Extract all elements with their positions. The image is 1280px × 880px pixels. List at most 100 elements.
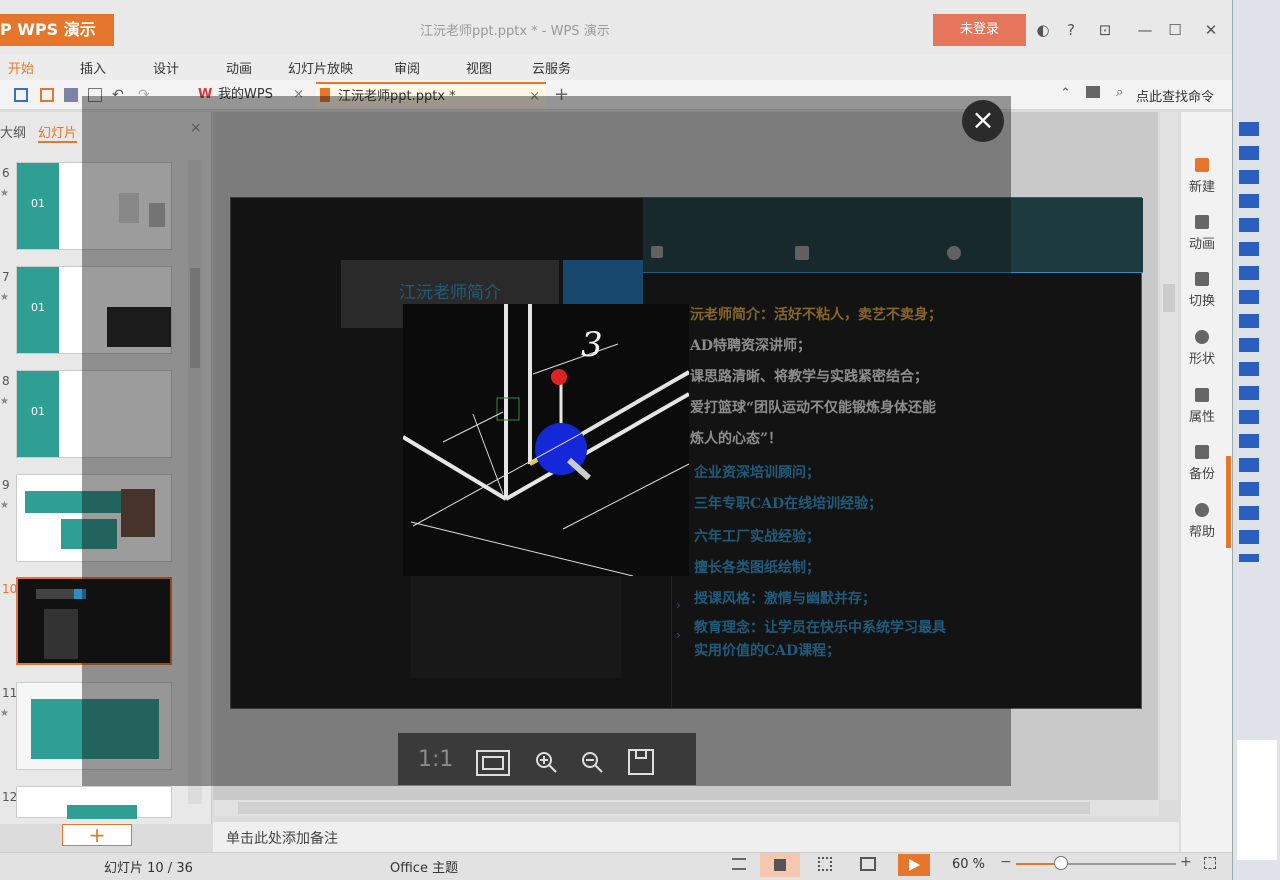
cad-dimension-line <box>532 343 619 375</box>
scroll-thumb[interactable] <box>1163 284 1175 312</box>
tab-slideshow[interactable]: 幻灯片放映 <box>288 58 353 77</box>
fit-window-icon[interactable] <box>1204 857 1216 869</box>
zoom-slider-handle[interactable] <box>1054 856 1068 870</box>
shape-button[interactable]: 形状 <box>1180 330 1224 367</box>
tab-insert[interactable]: 插入 <box>80 58 106 77</box>
help-button[interactable]: 帮助 <box>1180 503 1224 540</box>
thumb-badge: 01 <box>17 371 59 457</box>
close-viewer-button[interactable]: × <box>962 100 1004 142</box>
thumb-number: 12 <box>2 790 18 804</box>
minimize-icon[interactable]: — <box>1130 18 1160 42</box>
animation-star-icon: ★ <box>0 292 9 303</box>
cad-red-marker <box>551 369 567 385</box>
skin-icon[interactable]: ◐ <box>1028 18 1058 42</box>
background-app-window <box>1232 0 1280 880</box>
animation-star-icon: ★ <box>0 396 9 407</box>
print-icon[interactable] <box>64 88 78 102</box>
ribbon-tabs <box>0 54 1232 80</box>
thumb-number: 7 <box>2 270 10 284</box>
animation-star-icon: ★ <box>0 708 9 719</box>
zoom-out-button[interactable]: − <box>1000 854 1012 870</box>
transition-icon <box>1195 272 1209 286</box>
tab-cloud[interactable]: 云服务 <box>532 58 571 77</box>
search-icon: ⌕ <box>1116 85 1124 100</box>
help-icon[interactable]: ? <box>1056 18 1086 42</box>
new-file-icon <box>1195 158 1209 172</box>
tab-view[interactable]: 视图 <box>466 58 492 77</box>
export-pdf-icon[interactable] <box>40 88 54 102</box>
zoom-out-icon[interactable] <box>580 750 604 774</box>
cad-pipe <box>403 435 508 501</box>
tab-design[interactable]: 设计 <box>153 58 179 77</box>
thumb-number: 10 <box>2 582 18 596</box>
normal-view-icon <box>774 859 786 871</box>
animation-icon <box>1195 215 1209 229</box>
pane-handle[interactable] <box>1226 456 1231 548</box>
backup-button[interactable]: 备份 <box>1180 445 1224 482</box>
new-button[interactable]: 新建 <box>1180 158 1224 195</box>
properties-icon <box>1195 388 1209 402</box>
theme-name[interactable]: Office 主题 <box>390 857 458 876</box>
cad-drawing-image[interactable]: 3 <box>403 304 689 576</box>
cad-dimension-line <box>410 521 634 576</box>
slide-thumbnail[interactable] <box>16 786 172 819</box>
zoom-in-button[interactable]: + <box>1180 854 1192 870</box>
thumb-number: 9 <box>2 478 10 492</box>
cad-pipe <box>505 392 689 501</box>
reading-view-icon[interactable] <box>860 857 876 871</box>
actual-size-button[interactable]: 1:1 <box>418 745 453 775</box>
sorter-view-icon[interactable] <box>818 857 832 871</box>
cad-toolbar[interactable] <box>1239 122 1259 562</box>
thumb-number: 11 <box>2 686 18 700</box>
thumb-badge: 01 <box>17 267 59 353</box>
slide-position: 幻灯片 10 / 36 <box>104 861 193 876</box>
tab-review[interactable]: 审阅 <box>394 58 420 77</box>
horizontal-scrollbar[interactable] <box>214 800 1159 816</box>
thumb-number: 6 <box>2 166 10 180</box>
save-image-icon[interactable] <box>628 749 654 775</box>
close-window-icon[interactable]: ✕ <box>1196 18 1226 42</box>
normal-view-button[interactable] <box>760 853 800 877</box>
play-slideshow-button[interactable] <box>898 854 930 876</box>
shape-icon <box>1195 330 1209 344</box>
zoom-level[interactable]: 60 % <box>952 857 985 872</box>
backup-icon <box>1195 445 1209 459</box>
save-image-inner <box>635 751 647 759</box>
add-slide-button[interactable]: + <box>62 824 132 846</box>
maximize-icon[interactable]: ☐ <box>1160 18 1190 42</box>
thumb-number: 8 <box>2 374 10 388</box>
login-button[interactable]: 未登录 <box>933 14 1026 46</box>
tab-home[interactable]: 开始 <box>8 58 34 77</box>
cad-panel <box>1237 740 1277 860</box>
vertical-scrollbar[interactable] <box>1160 112 1178 800</box>
animation-star-icon: ★ <box>0 500 9 511</box>
cad-dimension-line <box>412 373 689 527</box>
restore-ribbon-icon[interactable]: ⊡ <box>1090 18 1120 42</box>
notes-placeholder[interactable]: 单击此处添加备注 <box>226 828 338 848</box>
tab-slides[interactable]: 幻灯片 <box>38 122 78 143</box>
cad-dimension-line <box>442 411 504 443</box>
command-search[interactable]: 点此查找命令 <box>1136 86 1214 105</box>
fit-screen-inner <box>482 756 504 770</box>
cad-drawing: 3 <box>403 304 689 576</box>
pin-icon[interactable]: ⌃ <box>1060 86 1071 101</box>
collapse-icon[interactable] <box>1086 86 1100 98</box>
help-circle-icon <box>1195 503 1209 517</box>
animation-button[interactable]: 动画 <box>1180 215 1224 252</box>
wps-menu-button[interactable]: P WPS 演示 <box>0 14 114 46</box>
transition-button[interactable]: 切换 <box>1180 272 1224 309</box>
zoom-in-icon[interactable] <box>534 750 558 774</box>
tab-animation[interactable]: 动画 <box>226 58 252 77</box>
thumb-badge: 01 <box>17 163 59 249</box>
save-icon[interactable] <box>14 88 28 102</box>
animation-star-icon: ★ <box>0 188 9 199</box>
zoom-fill <box>1016 863 1058 865</box>
fit-screen-icon[interactable] <box>476 750 510 776</box>
properties-button[interactable]: 属性 <box>1180 388 1224 425</box>
cad-number-label: 3 <box>581 325 603 365</box>
window-title: 江沅老师ppt.pptx * - WPS 演示 <box>420 24 610 39</box>
tab-outline[interactable]: 大纲 <box>0 122 26 141</box>
notes-area[interactable] <box>213 822 1179 852</box>
notes-toggle-icon[interactable] <box>732 858 746 870</box>
scroll-thumb[interactable] <box>238 802 1090 814</box>
